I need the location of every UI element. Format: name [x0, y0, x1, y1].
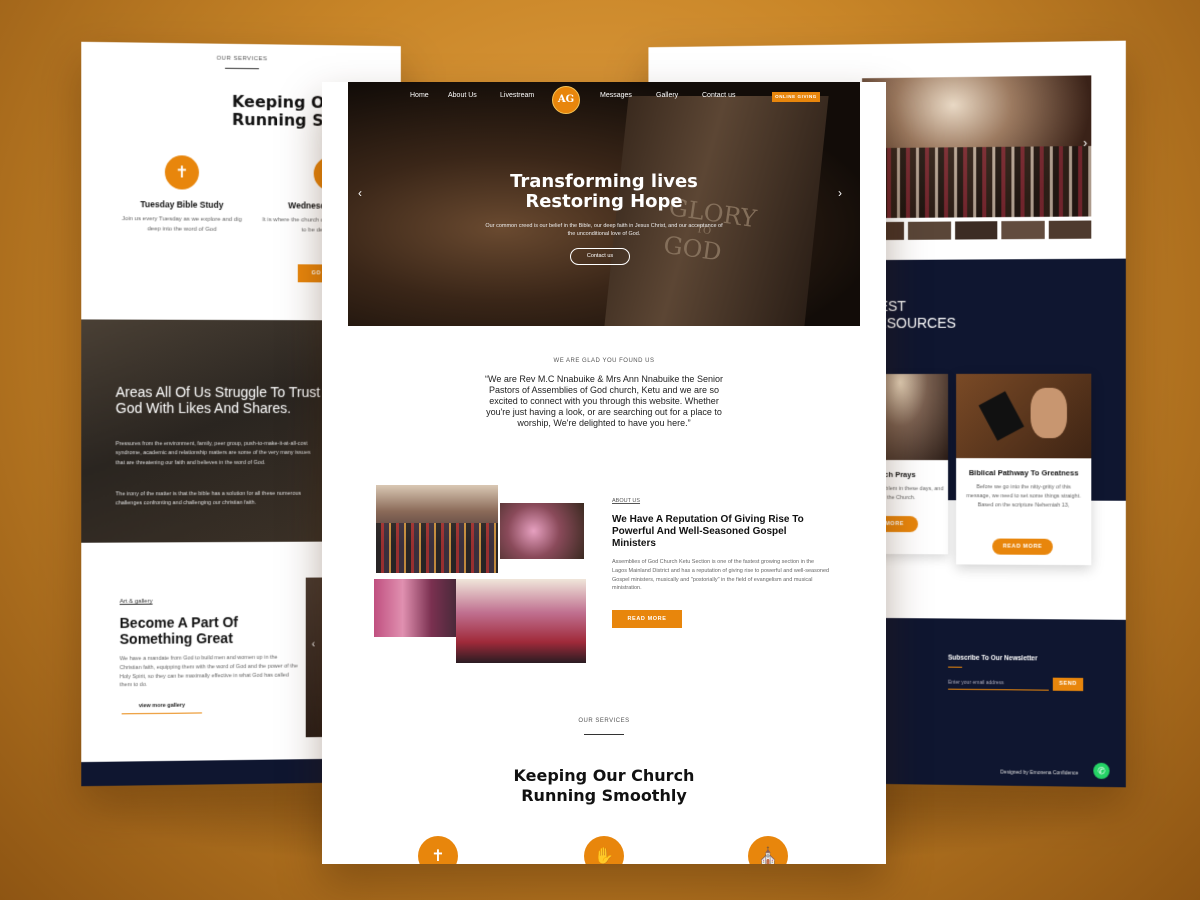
hero-text: Our common creed is our belief in the Bi…: [484, 222, 724, 239]
gallery-thumbnails: [862, 221, 1091, 241]
card-text: Before we go into the nitty-gritty of th…: [966, 484, 1081, 511]
about-photo-family: [456, 579, 586, 663]
card-text: Join us every Tuesday as we explore and …: [122, 215, 242, 235]
view-gallery-link[interactable]: view more gallery: [122, 702, 202, 714]
struggle-paragraph-2: The irony of the matter is that the bibl…: [116, 490, 316, 509]
whatsapp-icon[interactable]: ✆: [1093, 763, 1109, 779]
services-title-line-2: Running Smoothly: [322, 786, 886, 806]
chevron-right-icon[interactable]: ›: [838, 186, 842, 200]
hero-title-line-1: Transforming lives: [494, 172, 714, 192]
section-caption: OUR SERVICES: [81, 54, 401, 64]
caption-divider: [584, 734, 624, 735]
photo-crowd-detail: [376, 523, 498, 573]
card-photo: [956, 374, 1091, 459]
read-more-button[interactable]: READ MORE: [992, 538, 1053, 554]
thumbnail[interactable]: [1048, 221, 1091, 239]
about-title: We Have A Reputation Of Giving Rise To P…: [612, 514, 808, 550]
about-text: Assemblies of God Church Ketu Section is…: [612, 558, 830, 593]
thumbnail[interactable]: [908, 222, 950, 240]
newsletter-underline: [948, 667, 962, 668]
gallery-caption: Art & gallery: [120, 599, 153, 605]
nav-messages[interactable]: Messages: [600, 92, 632, 99]
welcome-quote: “We are Rev M.C Nnabuike & Mrs Ann Nnabu…: [484, 374, 724, 429]
chevron-left-icon[interactable]: ‹: [358, 186, 362, 200]
main-navigation: Home About Us Livestream AG Messages Gal…: [348, 90, 860, 110]
service-card-tuesday: ✝ Tuesday Bible Study Join us every Tues…: [122, 155, 242, 235]
chevron-left-icon[interactable]: ‹: [312, 639, 315, 650]
thumbnail[interactable]: [955, 221, 998, 239]
about-photo-congregation: [376, 485, 498, 573]
read-more-button[interactable]: READ MORE: [612, 610, 682, 628]
nav-livestream[interactable]: Livestream: [500, 92, 534, 99]
online-giving-button[interactable]: ONLINE GIVING: [772, 92, 820, 102]
resource-card-biblical-pathway: Biblical Pathway To Greatness Before we …: [956, 374, 1091, 565]
hero-title-line-2: Restoring Hope: [494, 192, 714, 212]
caption-divider: [225, 68, 259, 69]
hero-section: GLORY TO GOD Home About Us Livestream AG…: [348, 82, 860, 326]
services-title-line-1: Keeping Our Church: [322, 766, 886, 786]
services-title: Keeping Our Church Running Smoothly: [322, 766, 886, 806]
congregation-photo-detail: [862, 146, 1091, 218]
nav-contact-us[interactable]: Contact us: [702, 92, 735, 99]
services-caption: OUR SERVICES: [322, 718, 886, 724]
nav-home[interactable]: Home: [410, 92, 429, 99]
about-photo-baby: [500, 503, 584, 559]
nav-gallery[interactable]: Gallery: [656, 92, 678, 99]
designer-credit: Designed by Emonena Confidence: [1000, 770, 1078, 777]
hero-title: Transforming lives Restoring Hope: [494, 172, 714, 212]
newsletter-email-input[interactable]: Enter your email address: [948, 677, 1049, 691]
struggle-paragraph-1: Pressures from the environment, family, …: [116, 440, 316, 468]
praying-hands-icon: ✋: [584, 836, 624, 864]
about-photo-women: [374, 579, 456, 637]
send-button[interactable]: SEND: [1053, 678, 1083, 691]
center-page-mockup: GLORY TO GOD Home About Us Livestream AG…: [322, 82, 886, 864]
card-title: Tuesday Bible Study: [122, 199, 242, 210]
bible-book-shape: [979, 391, 1025, 441]
welcome-caption: WE ARE GLAD YOU FOUND US: [322, 358, 886, 364]
gallery-title: Become A Part Of Something Great: [120, 614, 280, 647]
chevron-right-icon[interactable]: ›: [1083, 136, 1087, 150]
praying-hands-shape: [1031, 388, 1067, 438]
nav-about-us[interactable]: About Us: [448, 92, 477, 99]
thumbnail[interactable]: [1002, 221, 1045, 239]
church-icon: ⛪: [748, 836, 788, 864]
card-title: Biblical Pathway To Greatness: [966, 468, 1081, 478]
contact-us-button[interactable]: Contact us: [570, 248, 630, 265]
bible-icon: ✝: [418, 836, 458, 864]
gallery-main-photo: ‹ ›: [862, 75, 1091, 218]
about-caption: ABOUT US: [612, 498, 640, 504]
bible-icon: ✝: [165, 155, 199, 189]
gallery-text: We have a mandate from God to build men …: [120, 653, 300, 690]
struggle-title: Areas All Of Us Struggle To Trust God Wi…: [116, 384, 326, 416]
newsletter-title: Subscribe To Our Newsletter: [948, 655, 1037, 663]
church-logo[interactable]: AG: [552, 86, 580, 114]
